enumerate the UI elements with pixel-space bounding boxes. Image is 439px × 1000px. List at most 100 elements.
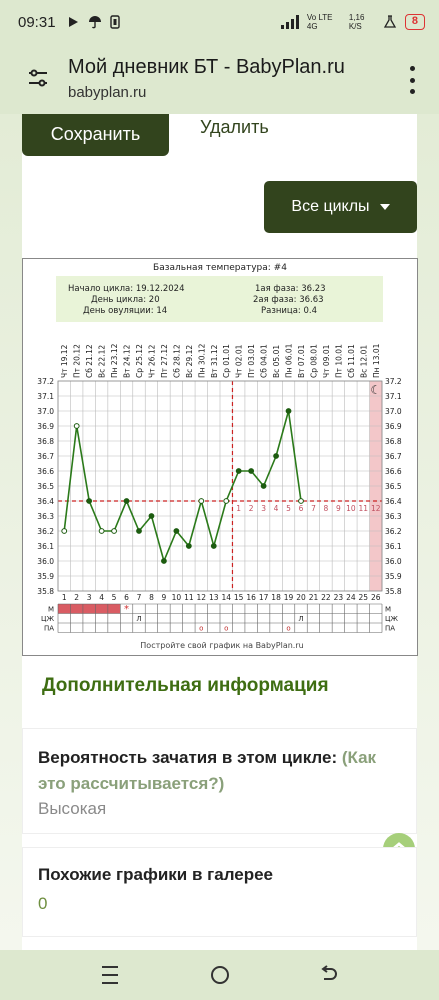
page-title[interactable]: Мой дневник БТ - BabyPlan.ru: [68, 56, 345, 79]
similar-charts-label: Похожие графики в галерее: [38, 865, 274, 884]
decorative-background-right: [417, 114, 439, 950]
section-title: Дополнительная информация: [42, 675, 329, 696]
conception-question-text: Вероятность зачатия в этом цикле:: [38, 748, 338, 767]
more-vert-icon[interactable]: [402, 62, 422, 98]
recent-apps-icon[interactable]: [102, 966, 118, 984]
moon-icon: ☾: [370, 383, 381, 397]
similar-charts-card: Похожие графики в галерее 0: [22, 847, 417, 937]
y-tick-label: 37.2: [37, 377, 54, 386]
temperature-point: [173, 528, 180, 534]
y-tick-label: 36.6: [37, 467, 54, 476]
status-time: 09:31: [18, 13, 56, 31]
day-number: 26: [371, 593, 381, 602]
conception-card: Вероятность зачатия в этом цикле: (Как э…: [22, 728, 417, 834]
temperature-point: [223, 498, 230, 504]
pa-mark: о: [199, 625, 203, 633]
temperature-point: [161, 558, 167, 564]
temperature-point: [210, 543, 217, 549]
day-number: 12: [197, 593, 207, 602]
day-number: 20: [296, 593, 306, 602]
row-label-right: М: [385, 606, 391, 614]
lab-flask-icon: [383, 15, 396, 28]
y-tick-label-right: 36.0: [385, 557, 402, 566]
caret-down-icon: [379, 204, 390, 210]
date-label: Пт 20.12: [73, 344, 82, 378]
y-tick-label-right: 36.6: [385, 467, 402, 476]
youtube-icon: [68, 17, 78, 27]
date-label: Пт 03.01: [247, 344, 256, 378]
luteal-day-number: 8: [324, 504, 329, 513]
info-phase1: 1ая фаза: 36.23: [255, 284, 326, 294]
speed-label: 1,16 K/S: [348, 13, 365, 31]
y-tick-label: 36.8: [37, 437, 54, 446]
day-number: 11: [184, 593, 194, 602]
y-tick-label: 36.4: [37, 497, 54, 506]
day-number: 10: [172, 593, 182, 602]
date-label: Ср 25.12: [135, 344, 144, 378]
date-label: Вт 24.12: [123, 344, 132, 378]
home-icon[interactable]: [211, 966, 229, 984]
luteal-day-number: 5: [286, 504, 291, 513]
y-tick-label: 36.1: [37, 542, 54, 551]
y-tick-label: 35.8: [37, 587, 54, 596]
temperature-point: [260, 483, 267, 489]
y-tick-label-right: 36.8: [385, 437, 402, 446]
signal-icon: [280, 15, 299, 29]
luteal-day-number: 1: [236, 504, 241, 513]
y-tick-label: 36.9: [37, 422, 54, 431]
date-label: Чт 26.12: [147, 344, 156, 378]
y-tick-label-right: 35.8: [385, 587, 402, 596]
date-label: Пн 23.12: [110, 343, 119, 378]
date-label: Чт 09.01: [322, 344, 331, 378]
temperature-point: [73, 423, 80, 429]
network-label: Vo LTE 4G: [306, 13, 333, 31]
temperature-point: [298, 498, 304, 504]
all-cycles-dropdown[interactable]: Все циклы: [264, 181, 417, 233]
day-number: 24: [346, 593, 356, 602]
save-button[interactable]: Сохранить: [22, 114, 169, 156]
day-number: 3: [87, 593, 92, 602]
date-label: Вс 05.01: [272, 345, 281, 378]
pa-mark: о: [224, 625, 228, 633]
y-tick-label-right: 37.0: [385, 407, 402, 416]
url-host[interactable]: babyplan.ru: [68, 84, 146, 101]
day-number: 22: [321, 593, 331, 602]
temperature-point: [235, 468, 242, 474]
day-number: 4: [99, 593, 104, 602]
temperature-point: [61, 528, 68, 534]
luteal-day-number: 7: [311, 504, 316, 513]
y-tick-label: 37.1: [37, 392, 54, 401]
delete-button[interactable]: Удалить: [200, 117, 269, 138]
umbrella-icon: [88, 16, 101, 29]
similar-charts-count[interactable]: 0: [38, 894, 47, 914]
y-tick-label: 36.2: [37, 527, 54, 536]
row-label-right: ПА: [385, 625, 395, 633]
day-number: 8: [149, 593, 154, 602]
day-number: 17: [259, 593, 269, 602]
mucus-mark: Л: [298, 615, 303, 623]
date-label: Сб 04.01: [260, 344, 269, 378]
temperature-point: [136, 528, 142, 534]
navigation-bar: [0, 950, 439, 1000]
row-label: ЦЖ: [41, 615, 54, 623]
date-label: Пт 27.12: [160, 344, 169, 378]
day-number: 18: [271, 593, 281, 602]
date-label: Пт 10.01: [334, 344, 343, 378]
temperature-point: [185, 543, 192, 549]
date-label: Сб 21.12: [85, 344, 94, 378]
day-number: 16: [246, 593, 256, 602]
temperature-point: [148, 513, 155, 519]
row-label-right: ЦЖ: [385, 615, 398, 623]
date-label: Вт 31.12: [210, 344, 219, 378]
tune-icon[interactable]: [26, 66, 50, 90]
browser-header: Мой дневник БТ - BabyPlan.ru babyplan.ru: [0, 44, 439, 114]
date-label: Пн 06.01: [285, 343, 294, 378]
temperature-point: [123, 498, 130, 504]
y-tick-label-right: 35.9: [385, 572, 402, 581]
day-number: 2: [74, 593, 79, 602]
decorative-background-left: [0, 114, 22, 950]
back-icon[interactable]: [318, 964, 340, 986]
row-label: ПА: [44, 625, 54, 633]
day-number: 15: [234, 593, 244, 602]
date-label: Ср 08.01: [309, 344, 318, 378]
